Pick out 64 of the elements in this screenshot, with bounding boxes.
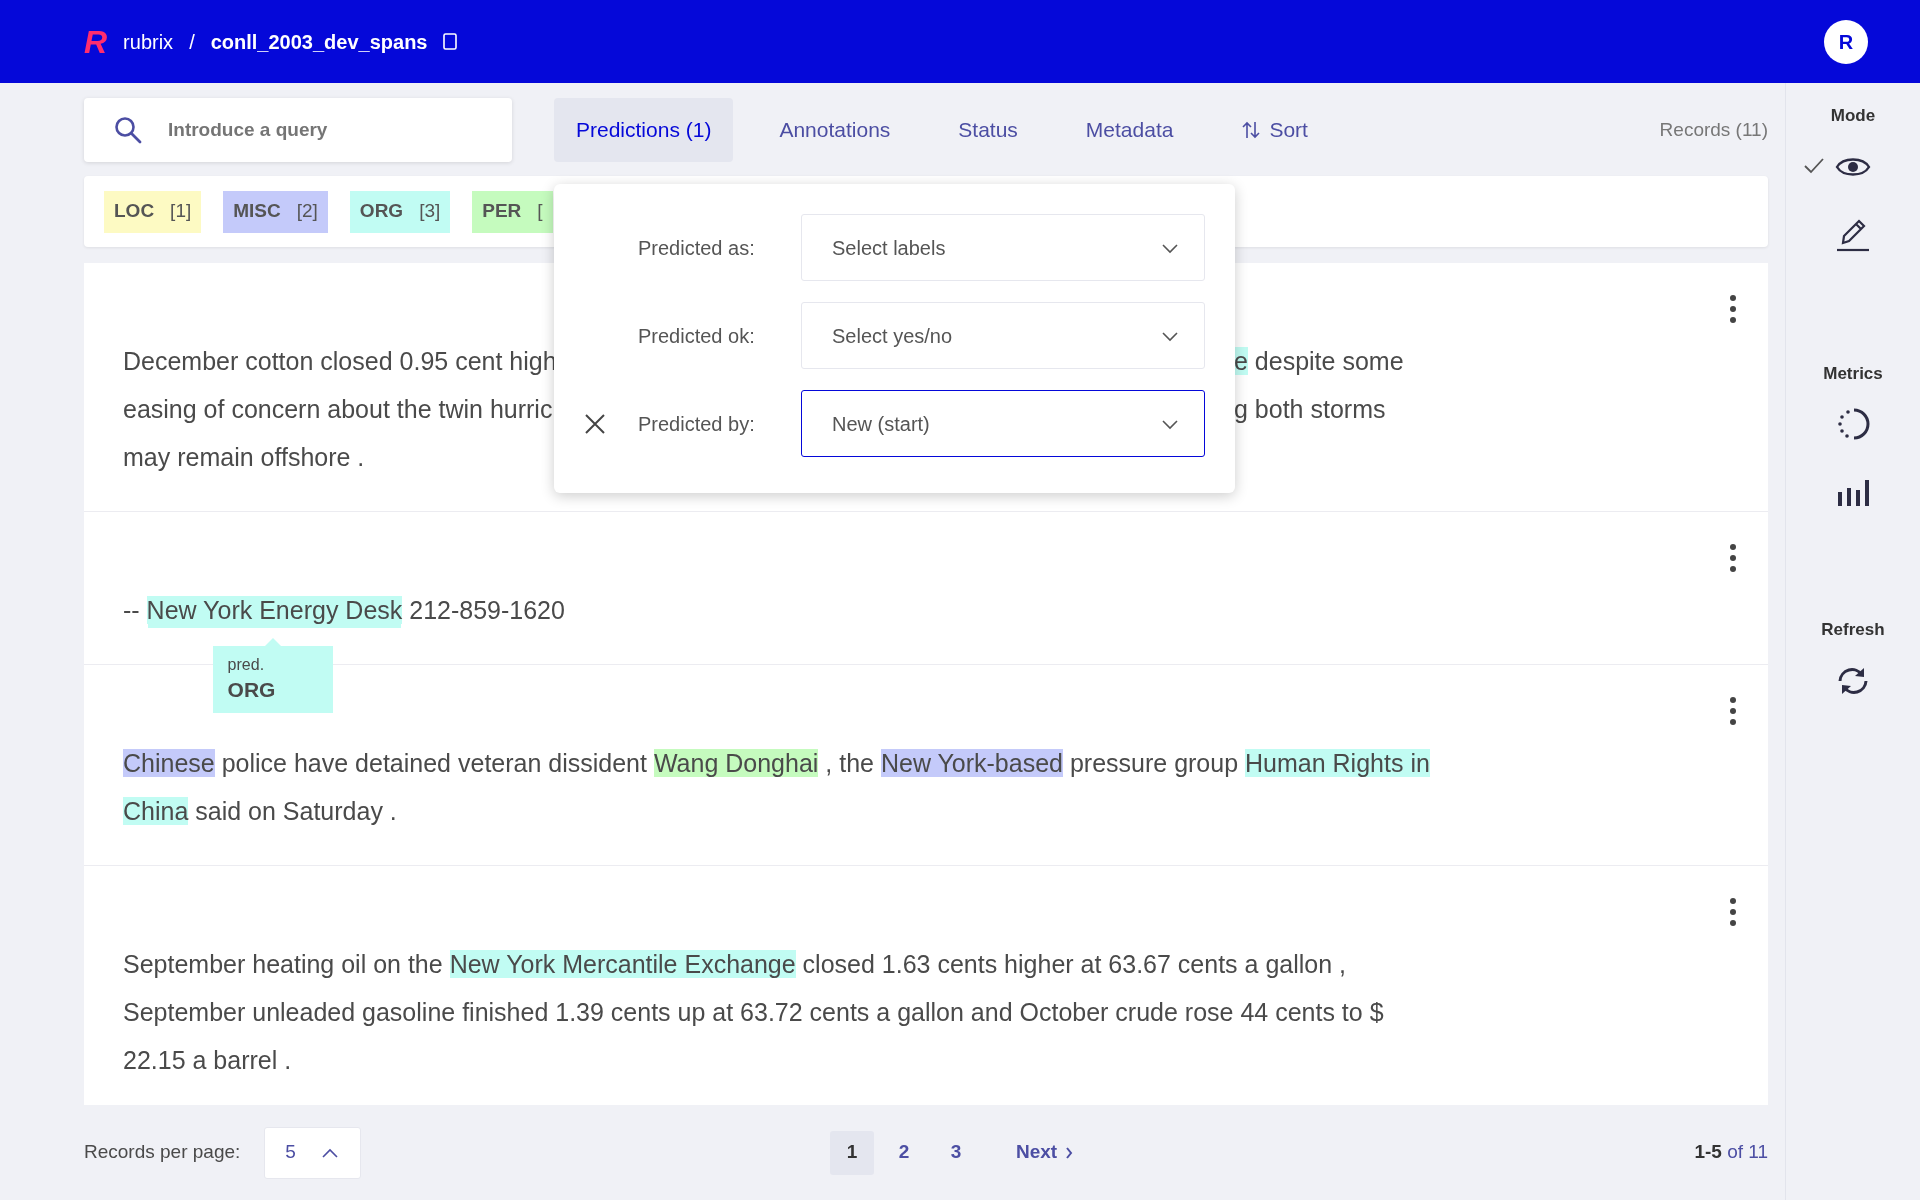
record-text: said on Saturday . xyxy=(194,797,397,825)
close-icon[interactable] xyxy=(584,413,606,436)
per-page-label: Records per page: xyxy=(84,1140,241,1165)
copy-icon[interactable] xyxy=(443,33,458,50)
record-text: g both storms xyxy=(1234,395,1386,423)
eye-icon xyxy=(1835,155,1871,178)
filter-tab[interactable]: Sort xyxy=(1219,98,1330,162)
select-dropdown[interactable]: Select yes/no xyxy=(801,302,1205,369)
pencil-icon xyxy=(1835,217,1871,252)
search-input[interactable]: Introduce a query xyxy=(166,114,482,146)
record-text: easing of concern about the twin hurric xyxy=(123,395,553,423)
record-text: may remain offshore . xyxy=(123,443,365,471)
search-bar[interactable]: Introduce a query xyxy=(84,98,512,162)
record-text: September unleaded gasoline finished 1.39 cents up at 63.72 cents a gallon and October crude rose 44 cents to $ xyxy=(123,998,1384,1026)
record-text: 212-859-1620 xyxy=(408,596,565,624)
record-text: despite some xyxy=(1253,347,1404,375)
filter-label: Predicted as: xyxy=(638,235,756,261)
search-icon xyxy=(114,116,142,144)
sidebar-section-title: Refresh xyxy=(1821,619,1885,641)
record-text: pressure group xyxy=(1068,749,1240,777)
dotted-circle-icon xyxy=(1836,408,1870,440)
pagination-range: 1-5 of 11 xyxy=(1694,1140,1768,1165)
dataset-name: conll_2003_dev_spans xyxy=(210,29,428,55)
page-button[interactable]: 3 xyxy=(934,1130,978,1175)
sidebar-section-title: Metrics xyxy=(1823,362,1883,385)
user-avatar[interactable]: R xyxy=(1824,19,1868,64)
filter-tab[interactable]: Annotations xyxy=(757,98,913,162)
record-text: December cotton closed 0.95 cent high xyxy=(123,347,557,375)
filter-tab[interactable]: Predictions (1) xyxy=(554,98,734,162)
filter-tab[interactable]: Metadata xyxy=(1063,98,1196,162)
label-tag[interactable]: LOC [1] xyxy=(104,190,202,233)
label-tag[interactable]: MISC [2] xyxy=(223,190,328,233)
record-text: September heating oil on the xyxy=(123,950,444,978)
label-tag[interactable]: ORG [3] xyxy=(349,190,451,233)
page-button[interactable]: 2 xyxy=(882,1130,926,1175)
label-tag[interactable]: PER [ xyxy=(472,190,553,233)
chevron-right-icon xyxy=(1065,1146,1074,1159)
filter-tab[interactable]: Status xyxy=(936,98,1040,162)
breadcrumb-link[interactable]: rubrix xyxy=(123,26,174,57)
entity-span[interactable]: Human Rights in xyxy=(1245,749,1430,777)
record-text: 22.15 a barrel . xyxy=(123,1046,292,1074)
next-page-link[interactable]: Next xyxy=(1010,1137,1080,1168)
entity-span[interactable]: New York-based xyxy=(880,749,1063,777)
bar-chart-icon xyxy=(1836,478,1870,506)
select-dropdown[interactable]: Select labels xyxy=(801,214,1205,281)
entity-span[interactable]: Chinese xyxy=(123,749,215,777)
records-count: Records (11) xyxy=(1659,117,1768,142)
record-text: , the xyxy=(824,749,875,777)
record-text: police have detained veteran dissident xyxy=(220,749,648,777)
entity-span[interactable]: Wang Donghai xyxy=(653,749,819,777)
sidebar-section-title: Mode xyxy=(1830,105,1876,127)
filter-label: Predicted by: xyxy=(638,411,756,437)
record-text: -- xyxy=(123,596,141,624)
tooltip-arrow xyxy=(264,638,281,646)
record-text: closed 1.63 cents higher at 63.67 cents a gallon , xyxy=(801,950,1347,978)
entity-tooltip: pred. ORG xyxy=(212,646,333,713)
entity-span[interactable]: China xyxy=(123,797,189,825)
sort-icon xyxy=(1241,120,1262,140)
filter-label: Predicted ok: xyxy=(638,323,756,349)
entity-span[interactable]: New York Mercantile Exchange xyxy=(449,950,796,978)
per-page-select[interactable]: 5 xyxy=(264,1126,362,1179)
page-button[interactable]: 1 xyxy=(830,1130,874,1175)
select-dropdown[interactable]: New (start) xyxy=(801,390,1205,457)
breadcrumb-separator: / xyxy=(189,29,195,55)
